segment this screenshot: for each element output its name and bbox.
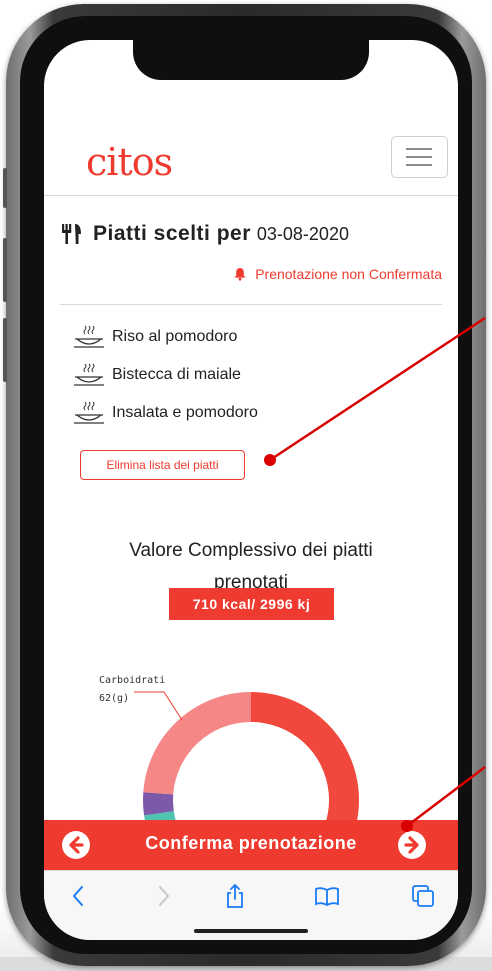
kcal-badge: 710 kcal/ 2996 kj [169,588,334,620]
hamburger-menu-icon-bar [406,156,432,158]
app-logo[interactable]: citos [86,140,173,184]
confirm-booking-label: Conferma prenotazione [145,833,357,853]
phone-screen: citos Piatti scelti per 03-08-2020 Preno… [44,40,458,940]
title-text: Piatti scelti per [93,222,251,245]
donut-slice-3 [143,692,251,795]
nutrition-donut-chart: Carboidrati 62(g) [99,675,359,820]
phone-notch [133,40,369,80]
dish-label: Riso al pomodoro [112,328,238,345]
status-badge: Prenotazione non Confermata [233,266,442,282]
header-divider [44,195,458,196]
status-text: Prenotazione non Confermata [255,266,442,282]
home-indicator [194,929,308,933]
delete-list-button[interactable]: Elimina lista dei piatti [80,450,245,480]
side-button-top [3,168,7,208]
confirm-booking-button[interactable]: Conferma prenotazione [44,820,458,870]
side-button-volume-down [3,318,7,382]
share-icon[interactable] [222,883,248,909]
back-icon[interactable] [66,883,92,909]
carbs-label: Carboidrati [99,675,165,686]
dish-label: Bistecca di maiale [112,366,241,383]
dish-icon [74,363,104,386]
list-item: Riso al pomodoro [72,324,237,350]
page-title: Piatti scelti per 03-08-2020 [60,222,349,246]
dish-icon [74,325,104,348]
bookmarks-icon[interactable] [314,883,340,909]
list-item: Bistecca di maiale [72,362,241,388]
arrow-right-circle-icon[interactable] [398,831,426,859]
forward-icon[interactable] [150,883,176,909]
carbs-leader-line [134,691,183,721]
tabs-icon[interactable] [410,883,436,909]
dish-label: Insalata e pomodoro [112,404,258,421]
title-date: 03-08-2020 [256,223,349,244]
hamburger-menu-icon [406,148,432,150]
hamburger-menu-button[interactable] [391,136,448,178]
summary-title-line1: Valore Complessivo dei piatti [129,540,373,561]
side-button-volume-up [3,238,7,302]
hamburger-menu-icon-bar [406,164,432,166]
list-item: Insalata e pomodoro [72,400,258,426]
section-divider [60,304,442,305]
carbs-value-label: 62(g) [99,693,129,704]
dish-icon [74,401,104,424]
cutlery-icon [62,224,81,244]
browser-toolbar [44,870,458,940]
bell-icon [234,268,246,281]
